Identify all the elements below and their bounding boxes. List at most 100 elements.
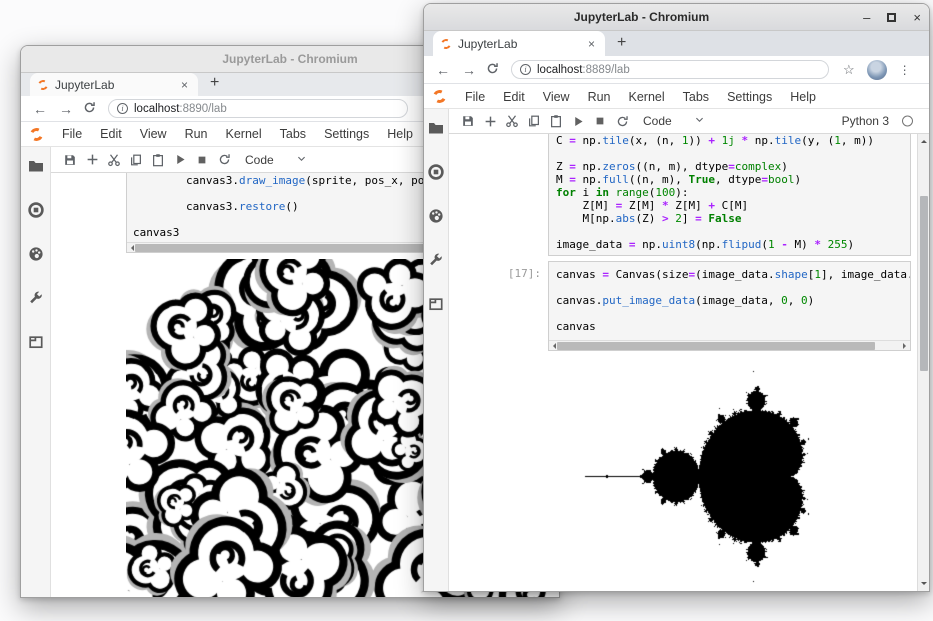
menu-kernel[interactable]: Kernel [620, 90, 674, 104]
chrome-menu-icon[interactable]: ⋮ [899, 63, 911, 77]
kernel-status-icon [902, 116, 913, 127]
jupyterlab-logo [28, 126, 44, 142]
cut-icon[interactable] [103, 151, 125, 169]
menu-view[interactable]: View [534, 90, 579, 104]
front-window-title: JupyterLab - Chromium [574, 10, 709, 24]
front-cell-output-canvas-mandelbrot [573, 352, 817, 591]
back-url-host: localhost [134, 103, 179, 115]
close-icon[interactable]: × [913, 11, 921, 24]
reload-icon[interactable] [486, 62, 499, 78]
scroll-right-icon[interactable] [903, 343, 909, 349]
menu-help[interactable]: Help [378, 127, 422, 141]
forward-arrow-icon[interactable]: → [59, 101, 73, 117]
command-palette-icon[interactable] [427, 207, 445, 225]
menu-tabs[interactable]: Tabs [271, 127, 315, 141]
menu-edit[interactable]: Edit [494, 90, 534, 104]
run-icon[interactable] [567, 112, 589, 130]
front-url-host: localhost [537, 64, 582, 76]
property-inspector-icon[interactable] [427, 251, 445, 269]
add-cell-icon[interactable] [81, 151, 103, 169]
front-code-cell-1[interactable]: C = np.tile(x, (n, 1)) + 1j * np.tile(y,… [548, 134, 911, 256]
front-browser-tab[interactable]: JupyterLab × [433, 31, 605, 56]
front-window-titlebar[interactable]: JupyterLab - Chromium [424, 4, 929, 31]
front-new-tab-button[interactable]: + [617, 34, 626, 52]
file-browser-icon[interactable] [427, 119, 445, 137]
cell-type-dropdown[interactable]: Code [643, 114, 672, 128]
front-tab-close-icon[interactable]: × [586, 37, 597, 51]
menu-settings[interactable]: Settings [315, 127, 378, 141]
cut-icon[interactable] [501, 112, 523, 130]
bookmark-star-icon[interactable]: ☆ [843, 62, 855, 78]
restart-kernel-icon[interactable] [213, 151, 235, 169]
jupyter-favicon [37, 78, 50, 91]
scroll-up-icon[interactable] [921, 137, 927, 143]
minimize-icon[interactable]: – [863, 11, 870, 24]
front-notebook-area: C = np.tile(x, (n, 1)) + 1j * np.tile(y,… [449, 134, 929, 591]
file-browser-icon[interactable] [27, 157, 45, 175]
profile-avatar[interactable] [867, 60, 887, 80]
save-icon[interactable] [457, 112, 479, 130]
front-browser-window[interactable]: JupyterLab - Chromium – × JupyterLab × +… [423, 3, 930, 592]
back-new-tab-button[interactable]: + [210, 74, 219, 92]
front-code-cell-2[interactable]: canvas = Canvas(size=(image_data.shape[1… [548, 261, 911, 351]
menu-run[interactable]: Run [176, 127, 217, 141]
back-window-title: JupyterLab - Chromium [222, 52, 357, 66]
running-sessions-icon[interactable] [27, 201, 45, 219]
stop-icon[interactable] [589, 112, 611, 130]
reload-icon[interactable] [83, 101, 96, 117]
menu-settings[interactable]: Settings [718, 90, 781, 104]
copy-icon[interactable] [523, 112, 545, 130]
running-sessions-icon[interactable] [427, 163, 445, 181]
back-tab-label: JupyterLab [55, 78, 179, 92]
front-notebook-toolbar: Code Python 3 [449, 109, 929, 134]
chevron-down-icon[interactable] [694, 112, 705, 130]
desktop: JupyterLab - Chromium JupyterLab × + ← →… [0, 0, 933, 621]
front-cell1-code-lines: C = np.tile(x, (n, 1)) + 1j * np.tile(y,… [556, 134, 910, 251]
copy-icon[interactable] [125, 151, 147, 169]
site-info-icon[interactable]: i [520, 64, 531, 75]
front-left-sidebar [424, 109, 449, 591]
open-tabs-icon[interactable] [27, 333, 45, 351]
restart-kernel-icon[interactable] [611, 112, 633, 130]
menu-file[interactable]: File [456, 90, 494, 104]
property-inspector-icon[interactable] [27, 289, 45, 307]
maximize-icon[interactable] [887, 13, 896, 22]
back-arrow-icon[interactable]: ← [436, 62, 450, 78]
menu-edit[interactable]: Edit [91, 127, 131, 141]
open-tabs-icon[interactable] [427, 295, 445, 313]
command-palette-icon[interactable] [27, 245, 45, 263]
forward-arrow-icon[interactable]: → [462, 62, 476, 78]
scroll-left-icon[interactable] [128, 245, 134, 251]
back-browser-tab[interactable]: JupyterLab × [30, 73, 198, 96]
scroll-down-icon[interactable] [921, 582, 927, 588]
menu-help[interactable]: Help [781, 90, 825, 104]
paste-icon[interactable] [545, 112, 567, 130]
cell-type-dropdown[interactable]: Code [245, 153, 274, 167]
kernel-name[interactable]: Python 3 [842, 114, 889, 128]
add-cell-icon[interactable] [479, 112, 501, 130]
front-notebook-vscrollbar[interactable] [917, 134, 929, 591]
menu-view[interactable]: View [131, 127, 176, 141]
chevron-down-icon[interactable] [296, 151, 307, 169]
front-omnibox[interactable]: i localhost:8889/lab [511, 60, 829, 79]
front-tab-label: JupyterLab [458, 37, 586, 51]
scroll-left-icon[interactable] [550, 343, 556, 349]
front-cell2-hscrollbar[interactable] [549, 340, 910, 350]
menu-run[interactable]: Run [579, 90, 620, 104]
stop-icon[interactable] [191, 151, 213, 169]
site-info-icon[interactable]: i [117, 103, 128, 114]
run-icon[interactable] [169, 151, 191, 169]
cell2-execution-prompt: [17]: [469, 267, 541, 280]
menu-kernel[interactable]: Kernel [217, 127, 271, 141]
back-left-sidebar [21, 147, 51, 597]
back-arrow-icon[interactable]: ← [33, 101, 47, 117]
paste-icon[interactable] [147, 151, 169, 169]
jupyterlab-logo [431, 88, 447, 104]
back-omnibox[interactable]: i localhost:8890/lab [108, 99, 408, 118]
menu-file[interactable]: File [53, 127, 91, 141]
front-url-path: :8889/lab [582, 64, 629, 76]
menu-tabs[interactable]: Tabs [674, 90, 718, 104]
front-window-controls: – × [863, 4, 921, 31]
save-icon[interactable] [59, 151, 81, 169]
back-tab-close-icon[interactable]: × [179, 78, 190, 92]
